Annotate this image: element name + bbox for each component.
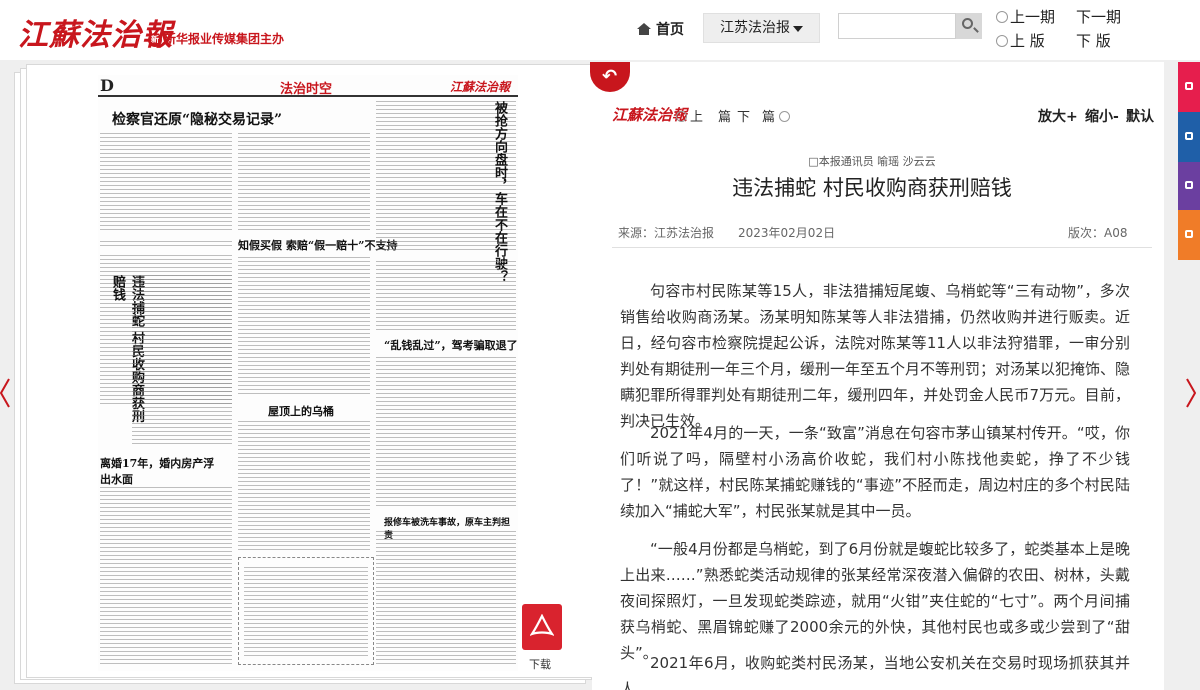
- article-date: 2023年02月02日: [738, 226, 836, 240]
- article-paragraph: 2021年6月，收购蛇类村民汤某，当地公安机关在交易时现场抓获其并人: [620, 654, 1130, 690]
- page-letter: D: [100, 76, 114, 95]
- article-text-block: [100, 241, 232, 249]
- newspaper-page-header: D 法治时空 江蘇法治報: [98, 75, 518, 97]
- article-paragraph: 2021年4月的一天，一条“致富”消息在句容市茅山镇某村传开。“哎，你们听说了吗…: [620, 424, 1130, 520]
- home-label: 首页: [656, 22, 684, 38]
- article-text-block: [238, 133, 370, 233]
- headline-4[interactable]: 离婚17年，婚内房产浮出水面: [100, 455, 220, 487]
- article-paragraph: “一般4月份都是乌梢蛇，到了6月份就是蝮蛇比较多了，蛇类基本上是晚上出来……”熟…: [620, 540, 1130, 662]
- article-text-block: [100, 133, 232, 233]
- side-share-button-1[interactable]: [1178, 62, 1200, 112]
- search-icon: [962, 18, 973, 29]
- article-text-block: [244, 567, 368, 659]
- share-icon: [1185, 82, 1193, 90]
- prev-page-arrow[interactable]: [0, 378, 10, 408]
- article-edition: 版次：A08: [1068, 226, 1128, 240]
- pdf-download-label[interactable]: 下载: [529, 656, 551, 672]
- article-byline: □本报通讯员 喻瑶 沙云云: [808, 155, 936, 168]
- headline-1[interactable]: 检察官还原“隐秘交易记录”: [112, 109, 282, 129]
- article-text-block: [376, 531, 516, 665]
- article-nav-pian-label: 篇: [718, 110, 732, 125]
- article-title: 违法捕蛇 村民收购商获刑赔钱: [732, 176, 1012, 200]
- article-nav-pian-link[interactable]: 篇: [718, 106, 731, 125]
- article-text-block: [238, 421, 370, 551]
- headline-6[interactable]: “乱钱乱过”，驾考骗取退了: [384, 337, 518, 353]
- home-link[interactable]: 首页: [637, 19, 684, 39]
- next-page-arrow[interactable]: [1186, 378, 1197, 408]
- qrcode-icon: [1185, 230, 1193, 238]
- chevron-left-icon: [996, 11, 1008, 23]
- next-issue-label: 下一期: [1076, 8, 1122, 26]
- next-page-label: 下 版: [1076, 32, 1111, 50]
- back-arrow-icon: ↶: [602, 66, 618, 87]
- search-button[interactable]: [956, 13, 982, 39]
- prev-page-label: 上 版: [1010, 32, 1045, 50]
- page-masthead: 江蘇法治報: [450, 80, 511, 94]
- headline-2[interactable]: 知假买假 索赔“假一赔十”不支持: [238, 237, 397, 253]
- article-text-block: [376, 357, 516, 507]
- zoom-default-button[interactable]: 默认: [1126, 106, 1154, 126]
- newspaper-page-image[interactable]: D 法治时空 江蘇法治報 检察官还原“隐秘交易记录” 违法捕蛇 村民收购商获刑赔…: [98, 75, 518, 671]
- article-text-block: [376, 261, 516, 331]
- prev-page-link[interactable]: 上 版: [996, 30, 1045, 51]
- side-share-button-4[interactable]: [1178, 210, 1200, 260]
- chevron-down-icon: [793, 26, 803, 32]
- next-article-label: 下: [737, 110, 751, 125]
- article-text-block: [132, 275, 232, 445]
- zoom-in-button[interactable]: 放大+: [1038, 106, 1078, 126]
- next-issue-link[interactable]: 下一期: [1076, 6, 1121, 27]
- article-nav-pian2-label: 篇: [762, 110, 776, 125]
- article-nav-pian2-link[interactable]: 篇: [762, 106, 793, 125]
- next-article-link[interactable]: 下: [737, 106, 750, 125]
- article-source: 来源：江苏法治报: [618, 226, 715, 240]
- headline-5[interactable]: 屋顶上的乌桶: [268, 403, 334, 419]
- search-input[interactable]: [838, 13, 956, 39]
- article-text-block: [238, 257, 370, 397]
- prev-issue-label: 上一期: [1010, 8, 1056, 26]
- publisher-seal-icon: 新: [148, 32, 162, 47]
- side-share-button-3[interactable]: [1178, 162, 1200, 210]
- weibo-icon: [1185, 132, 1193, 140]
- chevron-left-icon: [996, 35, 1008, 47]
- prev-article-label: 上: [690, 110, 704, 125]
- publisher-tagline-text: 新华报业传媒集团主办: [164, 32, 285, 46]
- paper-select-value: 江苏法治报: [720, 20, 790, 36]
- section-title: 法治时空: [280, 82, 333, 97]
- chevron-left-icon: [0, 378, 10, 408]
- top-bar: 江蘇法治報 新新华报业传媒集团主办 首页 江苏法治报 上一期 下一期 上 版 下…: [0, 0, 1200, 60]
- prev-article-link[interactable]: 上: [676, 106, 703, 125]
- publisher-tagline: 新新华报业传媒集团主办: [148, 30, 284, 47]
- zoom-out-button[interactable]: 缩小-: [1085, 106, 1119, 126]
- pdf-download-button[interactable]: [522, 604, 562, 650]
- home-icon: [637, 23, 651, 35]
- pdf-icon: [530, 614, 554, 636]
- paper-select[interactable]: 江苏法治报: [703, 13, 820, 43]
- chevron-right-icon: [1186, 378, 1197, 408]
- article-divider: [612, 247, 1152, 248]
- chevron-right-icon: [779, 111, 791, 122]
- next-page-link[interactable]: 下 版: [1076, 30, 1111, 51]
- article-paragraph: 句容市村民陈某等15人，非法猎捕短尾蝮、乌梢蛇等“三有动物”，多次销售给收购商汤…: [620, 282, 1131, 430]
- link-icon: [1185, 181, 1193, 189]
- article-text-block: [100, 487, 232, 667]
- chevron-left-icon: [676, 111, 687, 122]
- side-share-button-2[interactable]: [1178, 112, 1200, 162]
- prev-issue-link[interactable]: 上一期: [996, 6, 1055, 27]
